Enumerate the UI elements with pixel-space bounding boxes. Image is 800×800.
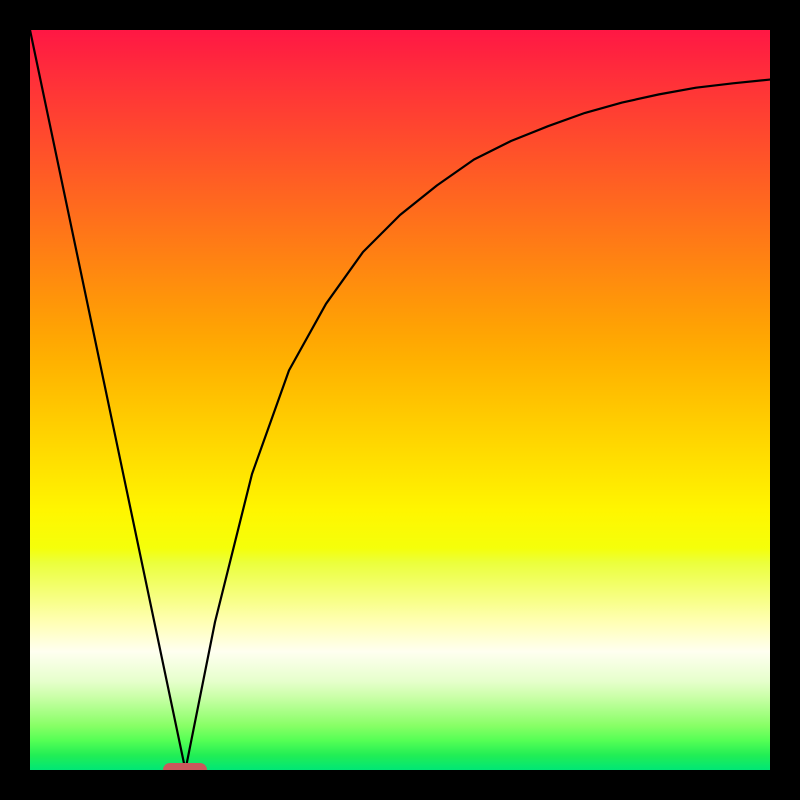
- watermark-text: TheBottleneck.com: [562, 4, 792, 32]
- trough-marker: [163, 763, 207, 777]
- plot-area: [30, 30, 770, 770]
